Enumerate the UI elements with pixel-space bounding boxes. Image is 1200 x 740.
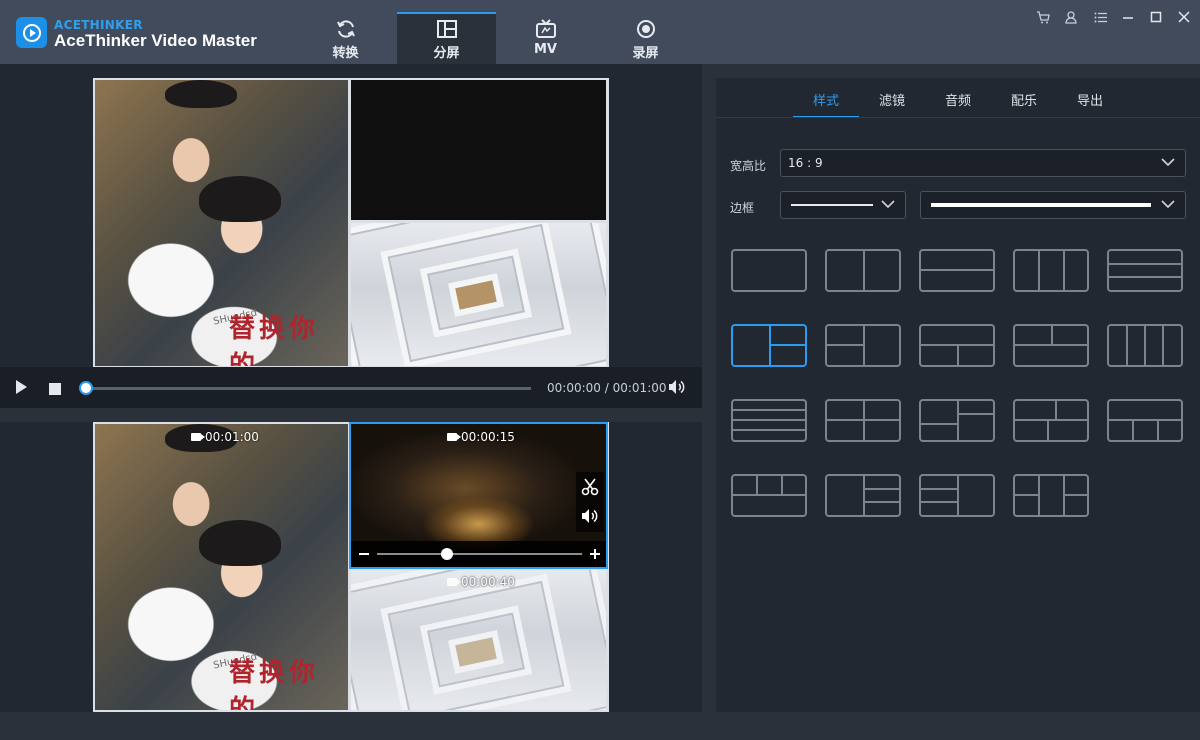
stop-icon	[49, 383, 61, 395]
app-logo-icon	[16, 17, 47, 48]
layout-option-18[interactable]	[919, 474, 995, 517]
tab-record[interactable]: 录屏	[596, 12, 695, 64]
layout-option-9[interactable]	[1013, 324, 1089, 367]
menu-icon[interactable]	[1089, 8, 1111, 26]
current-time: 00:00:00	[547, 381, 601, 395]
split-screen-icon	[436, 18, 458, 40]
clip-1-duration-badge: 00:01:00	[191, 430, 259, 444]
preview-tunnel-cell	[351, 223, 606, 366]
total-time: 00:01:00	[612, 381, 667, 395]
mv-tv-icon	[535, 18, 557, 40]
aspect-ratio-select[interactable]: 16 : 9	[780, 149, 1186, 177]
layout-option-17[interactable]	[825, 474, 901, 517]
photo-caption-text: 替换你的	[229, 314, 320, 366]
editor-clip-cell-1[interactable]: SHundsd 替换你的 00:01:00	[95, 424, 348, 710]
layout-option-13[interactable]	[919, 399, 995, 442]
play-icon	[16, 380, 27, 394]
player-controls: 00:00:00 / 00:01:00	[0, 367, 702, 408]
layout-option-15[interactable]	[1107, 399, 1183, 442]
tab-convert-label: 转换	[332, 46, 359, 61]
layout-option-3[interactable]	[919, 249, 995, 292]
preview-photo-cell: SHundsd 替换你的	[95, 80, 348, 366]
layout-option-12[interactable]	[825, 399, 901, 442]
layout-option-14[interactable]	[1013, 399, 1089, 442]
tab-record-label: 录屏	[632, 46, 659, 61]
progress-track[interactable]	[86, 387, 531, 390]
border-width-preview	[931, 203, 1151, 207]
preview-frame: SHundsd 替换你的	[93, 78, 609, 368]
status-bar	[0, 712, 1200, 740]
layout-option-10[interactable]	[1107, 324, 1183, 367]
chevron-down-icon	[1161, 158, 1175, 167]
clip-3-duration: 00:00:40	[461, 575, 515, 589]
layout-option-1[interactable]	[731, 249, 807, 292]
clip-3-duration-badge: 00:00:40	[447, 575, 515, 589]
play-button[interactable]	[14, 379, 28, 399]
stop-button[interactable]	[48, 381, 62, 400]
tab-mv-label: MV	[534, 42, 557, 57]
close-icon[interactable]	[1173, 8, 1195, 26]
tab-mv[interactable]: MV	[496, 12, 595, 64]
chevron-down-icon	[881, 200, 895, 209]
split-editor-panel: SHundsd 替换你的 00:01:00 00:00:15 00:00:40	[0, 422, 702, 712]
border-width-select[interactable]	[920, 191, 1186, 219]
preview-panel: SHundsd 替换你的 00:00:00 / 00:01:00	[0, 64, 702, 408]
aspect-ratio-label: 宽高比	[730, 159, 767, 173]
tab-audio[interactable]: 音频	[925, 90, 991, 118]
layout-option-7[interactable]	[825, 324, 901, 367]
speaker-icon	[669, 380, 685, 394]
app-title: AceThinker Video Master	[54, 31, 257, 50]
brand-small-text: ACETHINKER	[54, 18, 143, 32]
camera-icon	[447, 578, 461, 586]
chevron-down-icon	[1161, 200, 1175, 209]
layout-option-11[interactable]	[731, 399, 807, 442]
layout-option-8[interactable]	[919, 324, 995, 367]
layout-option-6[interactable]	[731, 324, 807, 367]
maximize-icon[interactable]	[1145, 8, 1167, 26]
selected-clip-border	[349, 422, 608, 569]
aspect-ratio-value: 16 : 9	[788, 156, 823, 170]
tab-filter[interactable]: 滤镜	[859, 90, 925, 118]
layout-option-19[interactable]	[1013, 474, 1089, 517]
user-icon[interactable]	[1060, 8, 1082, 26]
time-separator: /	[604, 381, 609, 395]
layout-option-2[interactable]	[825, 249, 901, 292]
layout-option-5[interactable]	[1107, 249, 1183, 292]
clip-1-duration: 00:01:00	[205, 430, 259, 444]
border-label: 边框	[730, 201, 755, 215]
border-style-select[interactable]	[780, 191, 906, 219]
convert-icon	[335, 18, 357, 40]
editor-clip-cell-3[interactable]: 00:00:40	[351, 570, 606, 710]
preview-empty-cell	[351, 80, 606, 220]
photo-caption-text: 替换你的	[229, 658, 320, 710]
progress-knob[interactable]	[81, 383, 91, 393]
top-bar: ACETHINKER AceThinker Video Master 转换 分屏…	[0, 0, 1200, 64]
settings-panel: 样式 滤镜 音频 配乐 导出 宽高比 16 : 9 边框	[716, 78, 1200, 712]
tab-music[interactable]: 配乐	[991, 90, 1057, 118]
editor-frame: SHundsd 替换你的 00:01:00 00:00:15 00:00:40	[93, 422, 609, 712]
volume-button[interactable]	[668, 379, 686, 399]
tab-export[interactable]: 导出	[1057, 90, 1123, 118]
layout-option-4[interactable]	[1013, 249, 1089, 292]
tabs-divider	[716, 117, 1200, 118]
time-display: 00:00:00 / 00:01:00	[547, 381, 667, 395]
border-style-preview	[791, 204, 873, 206]
record-icon	[635, 18, 657, 40]
tab-style[interactable]: 样式	[793, 90, 859, 118]
cart-icon[interactable]	[1032, 8, 1054, 26]
minimize-icon[interactable]	[1117, 8, 1139, 26]
camera-icon	[191, 433, 205, 441]
tab-split-screen[interactable]: 分屏	[397, 12, 496, 64]
tab-convert[interactable]: 转换	[296, 12, 395, 64]
tab-split-screen-label: 分屏	[433, 46, 460, 61]
layout-option-16[interactable]	[731, 474, 807, 517]
